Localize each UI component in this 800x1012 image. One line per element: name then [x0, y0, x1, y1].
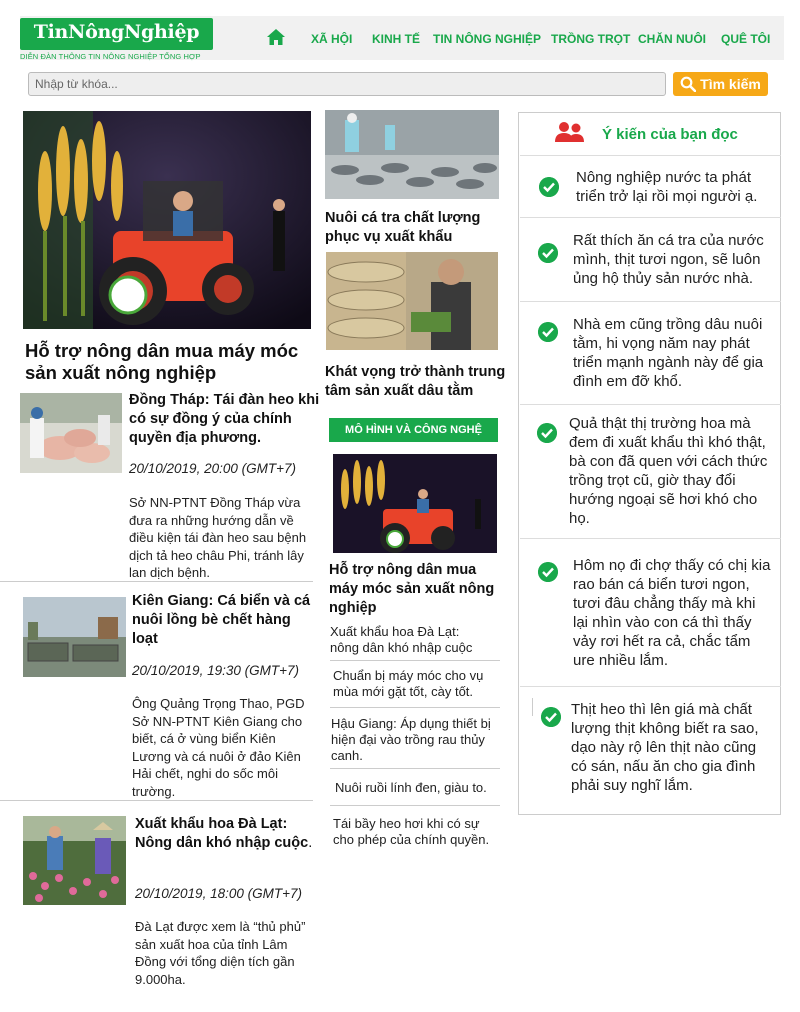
article-date: 20/10/2019, 20:00 (GMT+7) — [129, 461, 296, 476]
comment-text: Quả thật thị trường hoa mà đem đi xuất k… — [569, 415, 768, 527]
search-button-label: Tìm kiếm — [700, 76, 761, 92]
check-icon — [537, 423, 557, 443]
article-summary: Ông Quảng Trọng Thao, PGD Sở NN-PTNT Kiê… — [132, 696, 305, 799]
featured-image[interactable] — [23, 111, 311, 329]
article-title-text: Xuất khẩu hoa Đà Lạt: Nông dân khó nhập … — [135, 816, 309, 851]
comment-text: Nhà em cũng trồng dâu nuôi tằm, hi vọng … — [573, 316, 764, 390]
site-logo[interactable]: TinNôngNghiệp — [20, 18, 213, 50]
search-button[interactable]: Tìm kiếm — [673, 72, 768, 96]
article-image-fish-cages[interactable] — [23, 597, 126, 677]
nav-xa-hoi[interactable]: XÃ HỘI — [311, 32, 352, 46]
nav-tin-nong-nghiep[interactable]: TIN NÔNG NGHIỆP — [433, 32, 541, 46]
article-title-suffix: . — [308, 835, 313, 851]
comment-text: Hôm nọ đi chợ thấy có chị kia rao bán cá… — [573, 557, 771, 669]
users-icon — [555, 122, 584, 142]
article-image-pigs[interactable] — [20, 393, 122, 473]
nav-chan-nuoi[interactable]: CHĂN NUÔI — [638, 32, 706, 46]
article-image-flowers[interactable] — [23, 816, 126, 905]
related-link[interactable]: Nuôi ruồi lính đen, giàu to. — [335, 780, 501, 796]
divider — [0, 581, 313, 582]
article-title[interactable]: Kiên Giang: Cá biển và cá nuôi lồng bè c… — [132, 592, 320, 649]
featured-title[interactable]: Hỗ trợ nông dân mua máy móc sản xuất nôn… — [25, 340, 315, 384]
story-title[interactable]: Khát vọng trở thành trung tâm sản xuất d… — [325, 363, 511, 401]
section-tag[interactable]: MÔ HÌNH VÀ CÔNG NGHỆ — [329, 418, 498, 442]
divider — [0, 800, 313, 801]
section-feature-image[interactable] — [333, 454, 497, 553]
check-icon — [538, 243, 558, 263]
nav-trong-trot[interactable]: TRỒNG TRỌT — [551, 32, 630, 46]
check-icon — [541, 707, 561, 727]
divider — [330, 707, 500, 708]
home-icon[interactable] — [266, 28, 286, 46]
comment-text: Rất thích ăn cá tra của nước mình, thịt … — [573, 232, 764, 287]
comment-text: Nông nghiệp nước ta phát triển trở lại r… — [576, 169, 758, 205]
article-summary: Đà Lạt được xem là “thủ phủ” sản xuất ho… — [135, 919, 306, 987]
nav-kinh-te[interactable]: KINH TẾ — [372, 32, 420, 46]
article-date: 20/10/2019, 19:30 (GMT+7) — [132, 663, 299, 678]
check-icon — [538, 562, 558, 582]
article-title[interactable]: Đồng Tháp: Tái đàn heo khi có sự đồng ý … — [129, 391, 323, 448]
check-icon — [538, 322, 558, 342]
comments-title: Ý kiến của bạn đọc — [602, 126, 738, 143]
check-icon — [539, 177, 559, 197]
divider — [330, 805, 500, 806]
divider — [330, 660, 500, 661]
search-icon — [680, 76, 697, 92]
nav-que-toi[interactable]: QUÊ TÔI — [721, 32, 770, 46]
section-feature-title[interactable]: Hỗ trợ nông dân mua máy móc sản xuất nôn… — [329, 561, 505, 618]
logo-text: TinNôngNghiệp — [33, 21, 200, 43]
silkworm-image[interactable] — [326, 252, 498, 350]
related-link[interactable]: Xuất khẩu hoa Đà Lạt: nông dân khó nhập … — [330, 624, 480, 656]
article-title[interactable]: Xuất khẩu hoa Đà Lạt: Nông dân khó nhập … — [135, 815, 315, 853]
related-link[interactable]: Chuẩn bị máy móc cho vụ mùa mới gặt tốt,… — [333, 668, 499, 700]
logo-subtitle: DIỄN ĐÀN THÔNG TIN NÔNG NGHIỆP TỔNG HỢP — [20, 52, 201, 61]
related-link[interactable]: Hậu Giang: Áp dụng thiết bị hiện đại vào… — [331, 716, 501, 764]
search-input[interactable] — [28, 72, 666, 96]
comment-text: Thịt heo thì lên giá mà chất lượng thịt … — [571, 701, 759, 794]
divider — [532, 698, 533, 716]
fish-processing-image[interactable] — [325, 110, 499, 199]
article-date: 20/10/2019, 18:00 (GMT+7) — [135, 886, 302, 901]
article-summary: Sở NN-PTNT Đồng Tháp vừa đưa ra những hư… — [129, 495, 307, 580]
related-link[interactable]: Tái bầy heo hơi khi có sự cho phép của c… — [333, 816, 503, 848]
divider — [330, 768, 500, 769]
story-title[interactable]: Nuôi cá tra chất lượng phục vụ xuất khẩu — [325, 209, 501, 247]
